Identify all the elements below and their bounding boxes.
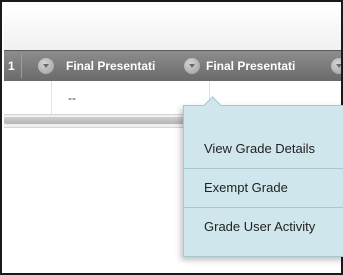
toolbar-area [4, 4, 341, 50]
menu-item-grade-user-activity[interactable]: Grade User Activity [184, 209, 343, 245]
column-header-label: 1 [8, 59, 15, 73]
menu-divider [184, 207, 343, 208]
cell-divider [51, 81, 52, 114]
column-header-final-presentation-1[interactable]: Final Presentati [66, 59, 155, 73]
column-menu-chevron-icon[interactable] [184, 58, 200, 74]
column-divider [21, 54, 22, 78]
menu-item-view-grade-details[interactable]: View Grade Details [184, 131, 343, 167]
column-menu-chevron-icon[interactable] [38, 58, 54, 74]
grade-cell[interactable]: -- [68, 91, 76, 105]
menu-divider [184, 168, 343, 169]
column-header-final-presentation-2[interactable]: Final Presentati [206, 59, 295, 73]
menu-item-exempt-grade[interactable]: Exempt Grade [184, 170, 343, 206]
column-menu-chevron-icon[interactable] [331, 58, 341, 74]
grid-header-row: 1 Final Presentati Final Presentati [4, 50, 341, 82]
grade-context-menu: View Grade Details Exempt Grade Grade Us… [183, 96, 343, 257]
